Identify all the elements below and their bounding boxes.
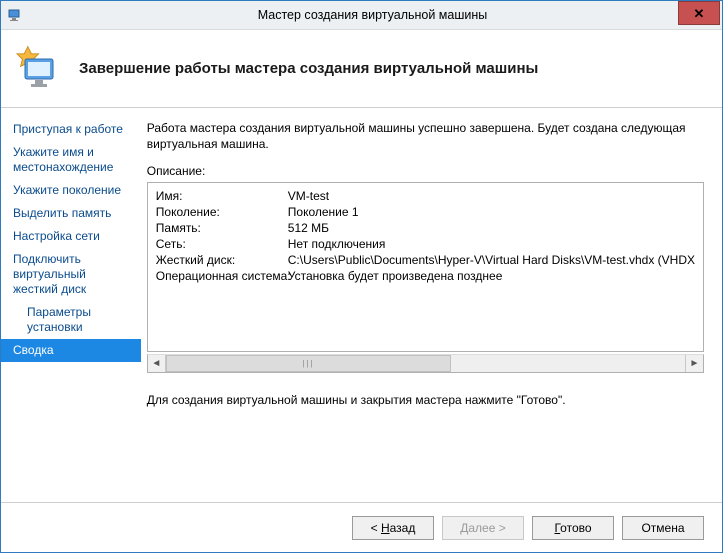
scroll-right-arrow[interactable]: ►: [685, 355, 703, 372]
wizard-step-7[interactable]: Сводка: [1, 339, 141, 362]
titlebar: Мастер создания виртуальной машины ✕: [1, 1, 722, 30]
summary-value: Поколение 1: [288, 205, 695, 219]
summary-row: Операционная система:Установка будет про…: [156, 269, 695, 283]
wizard-step-4[interactable]: Настройка сети: [1, 225, 141, 248]
window-title: Мастер создания виртуальной машины: [23, 8, 722, 22]
wizard-step-2[interactable]: Укажите поколение: [1, 179, 141, 202]
cancel-button[interactable]: Отмена: [622, 516, 704, 540]
close-icon: ✕: [694, 7, 705, 20]
wizard-step-0[interactable]: Приступая к работе: [1, 118, 141, 141]
wizard-step-1[interactable]: Укажите имя и местонахождение: [1, 141, 141, 179]
summary-key: Жесткий диск:: [156, 253, 288, 267]
summary-horizontal-scrollbar[interactable]: ◄ ||| ►: [147, 354, 704, 373]
wizard-body: Приступая к работеУкажите имя и местонах…: [1, 108, 722, 502]
wizard-footer: < Назад Далее > Готово Отмена: [1, 502, 722, 552]
next-button: Далее >: [442, 516, 524, 540]
summary-row: Жесткий диск:C:\Users\Public\Documents\H…: [156, 253, 695, 267]
summary-value: Нет подключения: [288, 237, 695, 251]
finish-hint: Для создания виртуальной машины и закрыт…: [147, 393, 704, 407]
scroll-track[interactable]: |||: [166, 355, 685, 372]
summary-value: Установка будет произведена позднее: [288, 269, 695, 283]
summary-row: Поколение:Поколение 1: [156, 205, 695, 219]
summary-key: Операционная система:: [156, 269, 288, 283]
scroll-left-arrow[interactable]: ◄: [148, 355, 166, 372]
summary-key: Поколение:: [156, 205, 288, 219]
summary-row: Память:512 МБ: [156, 221, 695, 235]
finish-button[interactable]: Готово: [532, 516, 614, 540]
intro-text: Работа мастера создания виртуальной маши…: [147, 120, 704, 152]
summary-key: Имя:: [156, 189, 288, 203]
summary-value: C:\Users\Public\Documents\Hyper-V\Virtua…: [288, 253, 695, 267]
summary-row: Сеть:Нет подключения: [156, 237, 695, 251]
summary-row: Имя:VM-test: [156, 189, 695, 203]
wizard-steps-nav: Приступая к работеУкажите имя и местонах…: [1, 108, 141, 502]
back-button[interactable]: < Назад: [352, 516, 434, 540]
wizard-header: Завершение работы мастера создания вирту…: [1, 30, 722, 108]
wizard-step-3[interactable]: Выделить память: [1, 202, 141, 225]
wizard-content: Работа мастера создания виртуальной маши…: [141, 108, 722, 502]
summary-key: Память:: [156, 221, 288, 235]
close-button[interactable]: ✕: [678, 1, 720, 25]
page-title: Завершение работы мастера создания вирту…: [79, 60, 538, 77]
summary-box: Имя:VM-testПоколение:Поколение 1Память:5…: [147, 182, 704, 352]
app-icon: [7, 7, 23, 23]
wizard-step-6[interactable]: Параметры установки: [1, 301, 141, 339]
wizard-window: Мастер создания виртуальной машины ✕ Зав…: [0, 0, 723, 553]
summary-value: VM-test: [288, 189, 695, 203]
wizard-step-5[interactable]: Подключить виртуальный жесткий диск: [1, 248, 141, 301]
summary-key: Сеть:: [156, 237, 288, 251]
scroll-thumb[interactable]: |||: [166, 355, 452, 372]
description-label: Описание:: [147, 164, 704, 178]
summary-value: 512 МБ: [288, 221, 695, 235]
wizard-header-icon: [15, 45, 63, 93]
